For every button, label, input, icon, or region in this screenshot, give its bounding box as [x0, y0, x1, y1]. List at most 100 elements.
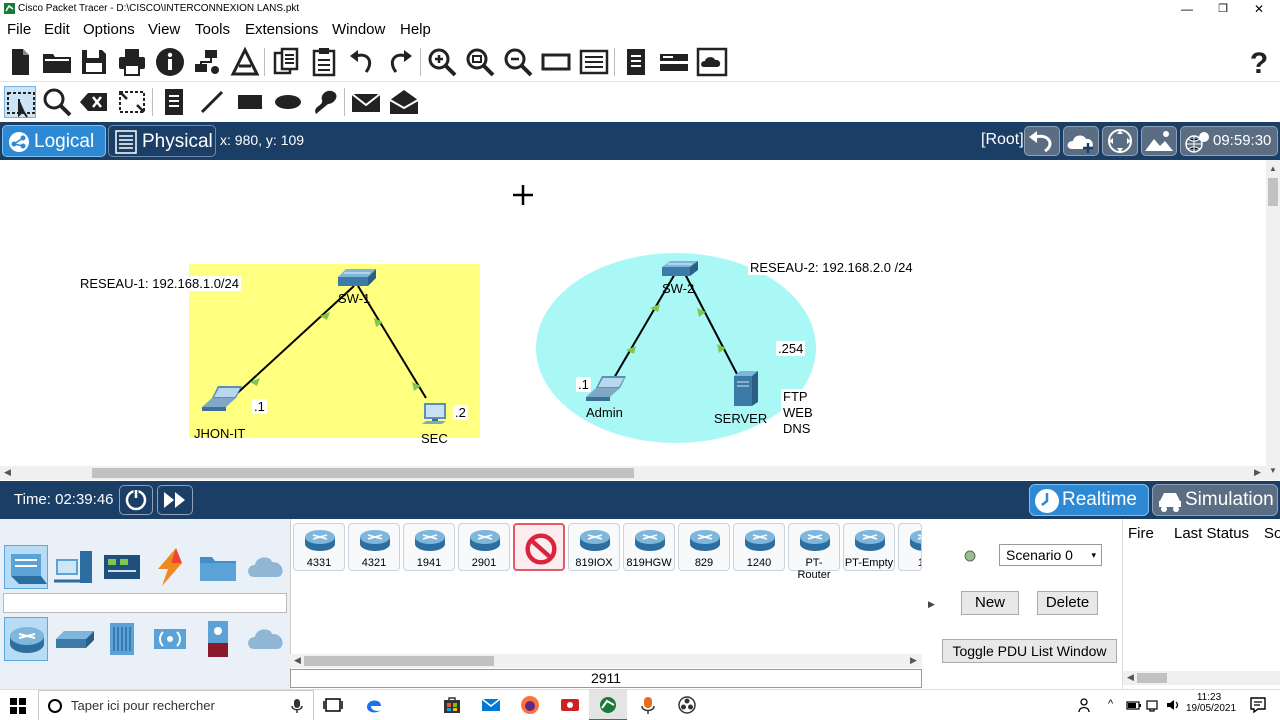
network1-label[interactable]: RESEAU-1: 192.168.1.0/24: [78, 276, 241, 291]
topology-canvas[interactable]: [0, 160, 1266, 466]
workspace-vertical-scrollbar[interactable]: ▲ ▼: [1266, 160, 1280, 480]
toggle-pdu-list-button[interactable]: Toggle PDU List Window: [942, 639, 1117, 663]
paste-icon[interactable]: [308, 46, 340, 78]
undo-icon[interactable]: [346, 46, 378, 78]
model-tile[interactable]: 4331: [293, 523, 345, 571]
people-tray-icon[interactable]: [1077, 695, 1093, 715]
set-background-button[interactable]: [1141, 126, 1177, 156]
scroll-up-icon[interactable]: ▲: [1269, 164, 1277, 173]
network-devices-category[interactable]: [4, 545, 48, 589]
network-info-icon[interactable]: [191, 46, 223, 78]
close-button[interactable]: ✕: [1241, 0, 1277, 18]
taskbar-search[interactable]: Taper ici pour rechercher: [38, 690, 314, 720]
ip-label-server[interactable]: .254: [776, 341, 806, 356]
ip-label-jhon[interactable]: .1: [252, 399, 267, 414]
select-tool-icon[interactable]: [4, 86, 36, 118]
security-subcategory[interactable]: [196, 617, 240, 661]
scroll-left-icon[interactable]: ◀: [4, 467, 11, 478]
copy-icon[interactable]: [270, 46, 302, 78]
device-manager-icon[interactable]: [658, 46, 690, 78]
model-unavailable[interactable]: [513, 523, 565, 571]
menu-window[interactable]: Window: [332, 21, 385, 38]
device-label-admin[interactable]: Admin: [586, 405, 623, 420]
pdu-header-fire[interactable]: Fire: [1128, 525, 1154, 542]
workspace-horizontal-scrollbar[interactable]: ◀ ▶: [0, 466, 1266, 480]
device-label-server[interactable]: SERVER: [714, 411, 767, 426]
pdu-header-source[interactable]: So: [1264, 525, 1280, 542]
help-icon[interactable]: ?: [1243, 46, 1275, 78]
wireless-devices-subcategory[interactable]: [148, 617, 192, 661]
model-tile[interactable]: 1240: [733, 523, 785, 571]
cloud-settings-icon[interactable]: [696, 46, 728, 78]
logical-workspace[interactable]: RESEAU-1: 192.168.1.0/24 RESEAU-2: 192.1…: [0, 160, 1266, 466]
open-folder-icon[interactable]: [41, 46, 73, 78]
model-tile[interactable]: 819IOX: [568, 523, 620, 571]
device-label-jhon[interactable]: JHON-IT: [194, 426, 245, 441]
notifications-icon[interactable]: [1248, 695, 1268, 715]
inspect-tool-icon[interactable]: [41, 86, 73, 118]
pdu-header-last-status[interactable]: Last Status: [1174, 525, 1249, 542]
freeform-draw-icon[interactable]: [310, 86, 342, 118]
pdu-scroll-thumb[interactable]: [1137, 673, 1167, 683]
tab-logical[interactable]: Logical: [2, 125, 106, 157]
scroll-left-icon[interactable]: ◀: [1127, 672, 1134, 683]
task-view-icon[interactable]: [323, 695, 343, 715]
server-services-note[interactable]: FTP WEB DNS: [781, 389, 815, 437]
scroll-right-icon[interactable]: ▶: [1254, 467, 1261, 478]
multiuser-connection-category[interactable]: [244, 545, 288, 589]
components-category[interactable]: [100, 545, 144, 589]
routers-subcategory[interactable]: [4, 617, 48, 661]
custom-device-dialog-icon[interactable]: [578, 46, 610, 78]
simulation-mode-button[interactable]: Simulation: [1152, 484, 1278, 516]
hubs-subcategory[interactable]: [100, 617, 144, 661]
zoom-out-icon[interactable]: [502, 46, 534, 78]
move-object-button[interactable]: [1102, 126, 1138, 156]
scroll-right-icon[interactable]: ▶: [910, 655, 917, 666]
model-tile[interactable]: 18: [898, 523, 922, 571]
draw-ellipse-icon[interactable]: [272, 86, 304, 118]
windows-start-icon[interactable]: [10, 698, 26, 714]
connections-category[interactable]: [148, 545, 192, 589]
network2-label[interactable]: RESEAU-2: 192.168.2.0 /24: [748, 260, 915, 275]
scroll-down-icon[interactable]: ▼: [1269, 466, 1277, 475]
vertical-scroll-thumb[interactable]: [1268, 178, 1278, 206]
menu-help[interactable]: Help: [400, 21, 431, 38]
activity-wizard-icon[interactable]: [229, 46, 261, 78]
back-button[interactable]: [1024, 126, 1060, 156]
ip-label-admin[interactable]: .1: [576, 377, 591, 392]
model-tile[interactable]: PT-Empty: [843, 523, 895, 571]
zoom-reset-icon[interactable]: [464, 46, 496, 78]
add-complex-pdu-icon[interactable]: [388, 86, 420, 118]
wan-emulation-subcategory[interactable]: [244, 617, 288, 661]
pdu-list-scrollbar[interactable]: ◀: [1123, 671, 1280, 685]
resize-shape-tool-icon[interactable]: [116, 86, 148, 118]
microphone-icon[interactable]: [291, 698, 303, 714]
model-tile[interactable]: 819HGW: [623, 523, 675, 571]
video-recorder-icon[interactable]: [560, 695, 580, 715]
delete-tool-icon[interactable]: [78, 86, 110, 118]
system-clock[interactable]: 11:23 19/05/2021: [1186, 692, 1236, 714]
model-tile[interactable]: 1941: [403, 523, 455, 571]
battery-icon[interactable]: [1126, 695, 1142, 715]
menu-edit[interactable]: Edit: [44, 21, 70, 38]
info-icon[interactable]: [154, 46, 186, 78]
new-cluster-button[interactable]: [1063, 126, 1099, 156]
model-tile[interactable]: 829: [678, 523, 730, 571]
model-scroll-thumb[interactable]: [304, 656, 494, 666]
network-tray-icon[interactable]: [1146, 695, 1162, 715]
drawing-palette-icon[interactable]: [540, 46, 572, 78]
show-hidden-icons[interactable]: ^: [1108, 698, 1113, 710]
switches-subcategory[interactable]: [52, 617, 96, 661]
menu-file[interactable]: File: [7, 21, 31, 38]
draw-line-icon[interactable]: [196, 86, 228, 118]
model-tile[interactable]: 2901: [458, 523, 510, 571]
realtime-mode-button[interactable]: Realtime: [1029, 484, 1149, 516]
power-cycle-button[interactable]: [119, 485, 153, 515]
menu-extensions[interactable]: Extensions: [245, 21, 318, 38]
zoom-in-icon[interactable]: [426, 46, 458, 78]
scroll-left-icon[interactable]: ◀: [294, 655, 301, 666]
model-list-scrollbar[interactable]: ◀ ▶: [290, 654, 922, 668]
notes-icon[interactable]: [620, 46, 652, 78]
restore-button[interactable]: ❐: [1205, 0, 1241, 18]
redo-icon[interactable]: [384, 46, 416, 78]
